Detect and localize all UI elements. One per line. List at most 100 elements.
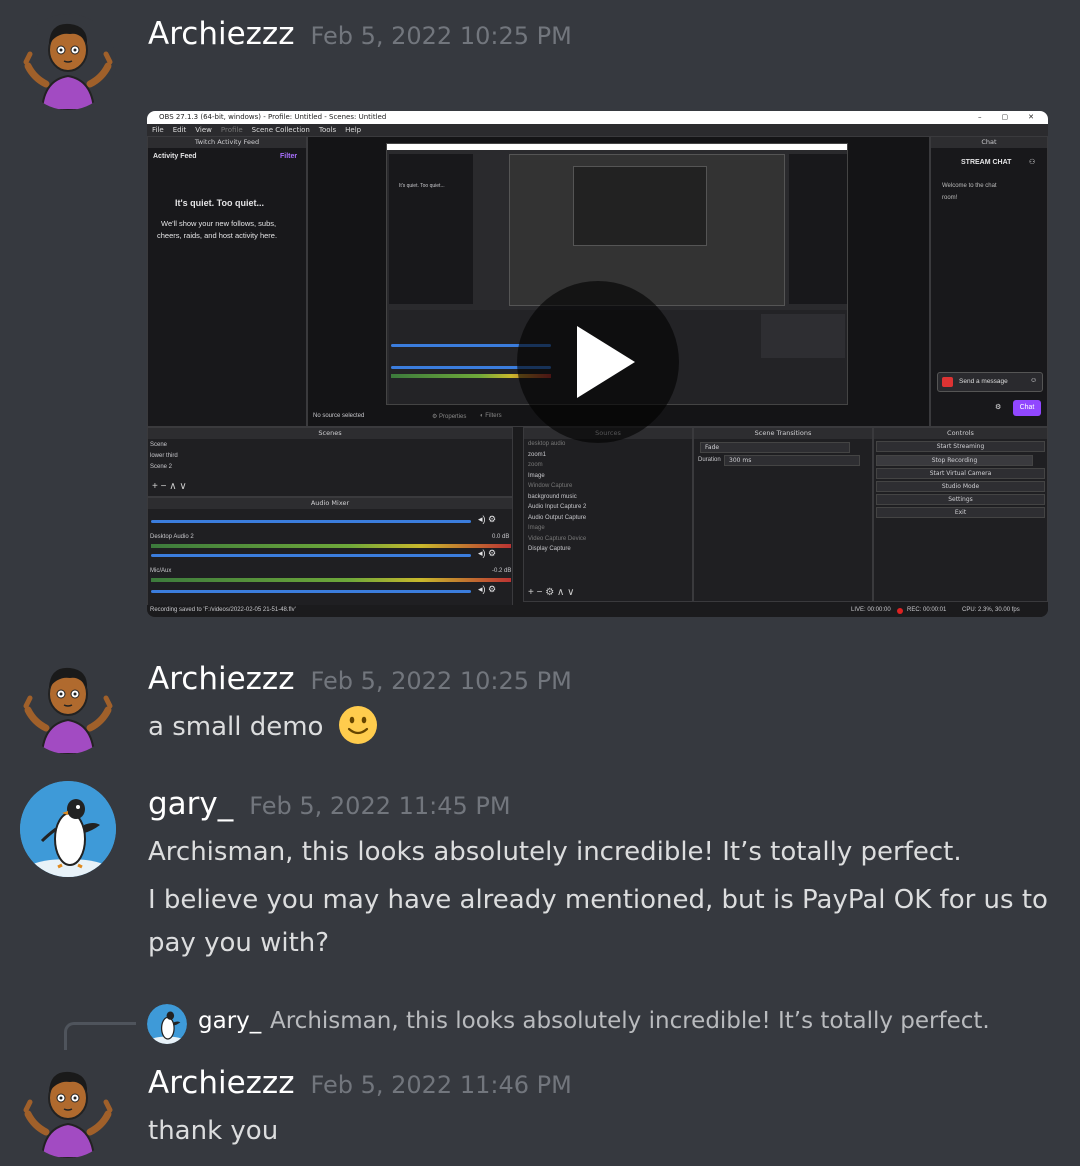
sources-dock: Sources desktop audio zoom1 zoom Image W… xyxy=(523,427,693,602)
source-item: zoom1 xyxy=(528,451,547,458)
obs-window-title: OBS 27.1.3 (64-bit, windows) - Profile: … xyxy=(159,113,387,121)
author-name[interactable]: Archiezzz xyxy=(148,16,294,52)
reply-avatar-gary[interactable] xyxy=(147,1004,187,1044)
timestamp: Feb 5, 2022 11:46 PM xyxy=(310,1071,572,1099)
status-saved: Recording saved to 'F:/videos/2022-02-05… xyxy=(150,607,296,613)
welcome-line-1: Welcome to the chat xyxy=(942,183,997,189)
exit-button: Exit xyxy=(876,507,1045,518)
source-item: Video Capture Device xyxy=(528,535,587,542)
status-live: LIVE: 00:00:00 xyxy=(851,607,891,613)
message-text: a small demo xyxy=(148,705,378,749)
menu-help: Help xyxy=(345,126,362,134)
message-text-line: I believe you may have already mentioned… xyxy=(148,885,1048,915)
properties-label: Properties xyxy=(439,414,467,420)
transitions-dock: Scene Transitions Fade Duration 300 ms xyxy=(693,427,873,602)
timestamp: Feb 5, 2022 10:25 PM xyxy=(310,22,572,50)
source-item: background music xyxy=(528,493,577,500)
audio-mixer-dock: Audio Mixer ◂) ⚙ Desktop Audio 2 0.0 dB … xyxy=(147,497,513,617)
no-source-label: No source selected xyxy=(313,413,365,419)
avatar-archiezzz[interactable] xyxy=(20,14,116,110)
quiet-body-1: We'll show your new follows, subs, xyxy=(161,219,277,228)
mixer-track-db: -0.2 dB xyxy=(492,568,512,574)
message-header: gary_ Feb 5, 2022 11:45 PM xyxy=(148,786,511,822)
filters-button: ◐ Filters xyxy=(480,413,502,419)
stop-recording-button: Stop Recording xyxy=(876,455,1033,466)
menu-edit: Edit xyxy=(172,126,187,134)
virtual-camera-button: Start Virtual Camera xyxy=(876,468,1045,479)
avatar-archiezzz[interactable] xyxy=(20,1062,116,1158)
obs-title-bar: OBS 27.1.3 (64-bit, windows) - Profile: … xyxy=(147,111,1048,124)
volume-icon: ◂) ⚙ xyxy=(478,584,497,594)
settings-icon: ⚙ xyxy=(995,404,1002,411)
send-message-input: Send a message ☺ xyxy=(937,372,1043,392)
scenes-title: Scenes xyxy=(148,428,512,439)
filters-label: Filters xyxy=(485,413,502,419)
filter-link: Filter xyxy=(280,153,298,160)
start-streaming-button: Start Streaming xyxy=(876,441,1045,452)
users-icon: ⚇ xyxy=(1029,159,1036,166)
controls-title: Controls xyxy=(874,428,1047,439)
source-item: Image xyxy=(528,472,545,479)
menu-file: File xyxy=(152,126,164,134)
scenes-dock: Scenes Scene lower third Scene 2 + − ∧ ∨ xyxy=(147,427,513,497)
source-item: zoom xyxy=(528,462,543,468)
message-header: Archiezzz Feb 5, 2022 11:46 PM xyxy=(148,1065,572,1101)
window-controls: – ▢ ✕ xyxy=(978,111,1048,124)
reply-preview-text[interactable]: Archisman, this looks absolutely incredi… xyxy=(270,1008,990,1034)
slightly-smiling-face-icon[interactable] xyxy=(338,705,378,745)
status-rec: REC: 00:00:01 xyxy=(907,607,947,613)
source-item: Display Capture xyxy=(528,546,571,552)
menu-scene-collection: Scene Collection xyxy=(251,126,310,134)
transition-select: Fade xyxy=(700,442,850,453)
author-name[interactable]: Archiezzz xyxy=(148,661,294,697)
emoji-picker-icon: ☺ xyxy=(1030,377,1038,384)
menu-tools: Tools xyxy=(318,126,337,134)
play-button[interactable] xyxy=(517,281,679,443)
studio-mode-button: Studio Mode xyxy=(876,481,1045,492)
status-cpu: CPU: 2.3%, 30.00 fps xyxy=(962,607,1020,613)
message-text: thank you xyxy=(148,1116,279,1146)
message-header: Archiezzz Feb 5, 2022 10:25 PM xyxy=(148,16,572,52)
duration-label: Duration xyxy=(698,457,721,463)
scene-toolbar: + − ∧ ∨ xyxy=(152,481,187,492)
send-message-label: Send a message xyxy=(959,378,1008,385)
source-item: Image xyxy=(528,525,545,531)
duration-field: 300 ms xyxy=(724,455,860,466)
nested-quiet-text: It's quiet. Too quiet... xyxy=(399,183,445,189)
stream-chat-title: STREAM CHAT xyxy=(961,159,1012,166)
activity-feed-label: Activity Feed xyxy=(153,153,197,160)
quiet-title: It's quiet. Too quiet... xyxy=(175,198,264,208)
source-item: Window Capture xyxy=(528,483,573,489)
minimize-icon: – xyxy=(978,113,982,121)
video-embed[interactable]: OBS 27.1.3 (64-bit, windows) - Profile: … xyxy=(147,111,1048,617)
obs-status-bar: Recording saved to 'F:/videos/2022-02-05… xyxy=(147,605,1048,617)
menu-profile: Profile xyxy=(220,126,243,134)
reply-author[interactable]: gary_ xyxy=(198,1008,261,1034)
mixer-track-name: Desktop Audio 2 xyxy=(150,534,194,540)
message-text-line: pay you with? xyxy=(148,928,330,958)
quiet-body-2: cheers, raids, and host activity here. xyxy=(157,231,278,240)
properties-button: ⚙ Properties xyxy=(432,414,467,420)
chat-dock: Chat STREAM CHAT ⚇ Welcome to the chat r… xyxy=(930,136,1048,427)
activity-feed-dock: Twitch Activity Feed Activity Feed Filte… xyxy=(147,136,307,427)
scene-item: Scene xyxy=(150,442,168,448)
source-item: Audio Output Capture xyxy=(528,514,587,521)
author-name[interactable]: gary_ xyxy=(148,786,233,822)
author-name[interactable]: Archiezzz xyxy=(148,1065,294,1101)
message-header: Archiezzz Feb 5, 2022 10:25 PM xyxy=(148,661,572,697)
controls-dock: Controls Start Streaming Stop Recording … xyxy=(873,427,1048,602)
volume-icon: ◂) ⚙ xyxy=(478,514,497,524)
avatar-gary[interactable] xyxy=(20,781,116,877)
settings-button: Settings xyxy=(876,494,1045,505)
camera-icon xyxy=(942,377,953,387)
mixer-track-db: 0.0 dB xyxy=(492,534,510,540)
mixer-track-name: Mic/Aux xyxy=(150,568,172,574)
obs-menu-bar: File Edit View Profile Scene Collection … xyxy=(147,124,1048,136)
close-icon: ✕ xyxy=(1028,113,1034,121)
message-body: a small demo xyxy=(148,712,324,742)
chat-dock-title: Chat xyxy=(931,137,1047,148)
avatar-archiezzz[interactable] xyxy=(20,658,116,754)
menu-view: View xyxy=(195,126,212,134)
play-icon xyxy=(577,326,635,398)
volume-icon: ◂) ⚙ xyxy=(478,548,497,558)
